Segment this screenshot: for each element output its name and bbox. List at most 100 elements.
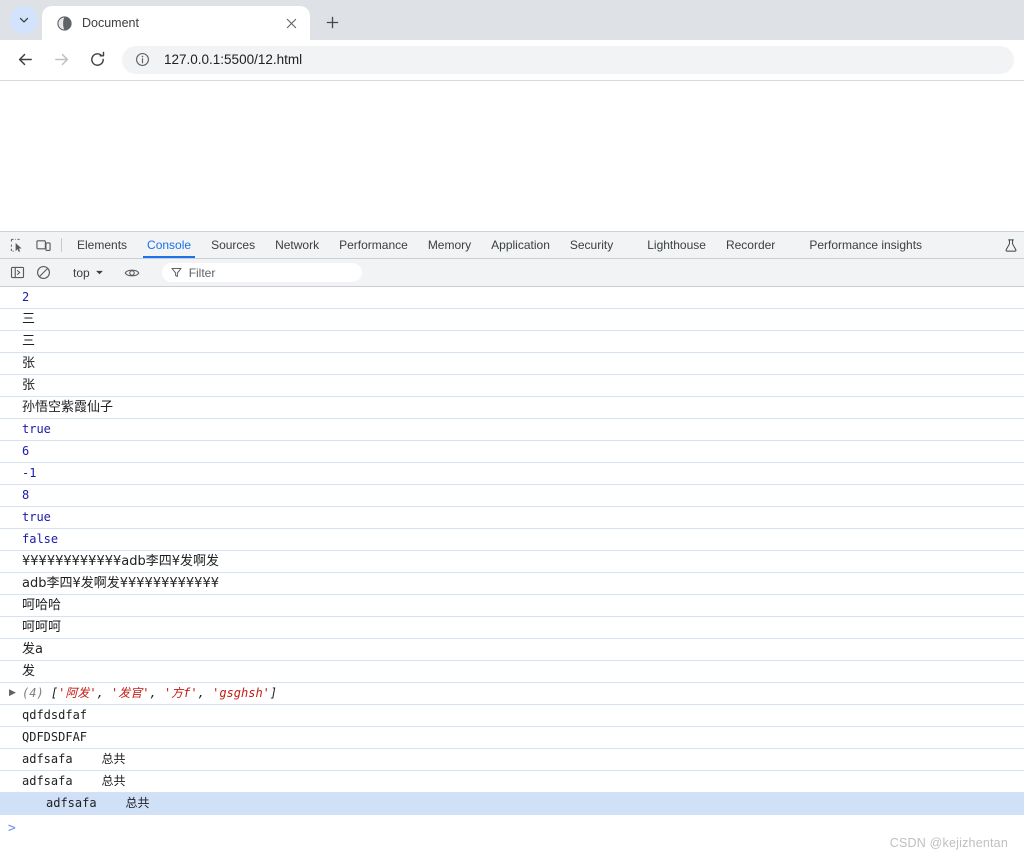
console-log-row[interactable]: adfsafa 总共	[0, 793, 1024, 815]
new-tab-button[interactable]	[318, 8, 346, 36]
devtools-tab-elements[interactable]: Elements	[67, 232, 137, 258]
array-open-bracket: [	[50, 686, 59, 700]
devtools-tab-label: Elements	[77, 238, 128, 252]
console-log-row[interactable]: ▶ (4) ['阿发', '发官', '方f', 'gsghsh']	[0, 683, 1024, 705]
devtools-tab-label: Security	[569, 238, 614, 252]
console-log-text: 2	[22, 290, 30, 304]
console-log-row[interactable]: 2	[0, 287, 1024, 309]
tab-search-button[interactable]	[10, 6, 38, 34]
console-log-text: 呵呵呵	[22, 620, 62, 635]
devtools-tab-label: Performance	[339, 238, 408, 252]
array-item: '阿发'	[58, 686, 97, 700]
console-log-row[interactable]: 呵哈哈	[0, 595, 1024, 617]
devtools-tab-application[interactable]: Application	[481, 232, 560, 258]
console-log-row[interactable]: 张	[0, 375, 1024, 397]
console-log-row[interactable]: qdfdsdfaf	[0, 705, 1024, 727]
devtools-tab-recorder[interactable]: Recorder	[716, 232, 785, 258]
devtools-panel: Elements Console Sources Network Performance…	[0, 231, 1024, 860]
console-sidebar-button[interactable]	[4, 265, 30, 280]
devtools-tab-console[interactable]: Console	[137, 232, 201, 258]
devtools-tab-lighthouse[interactable]: Lighthouse	[637, 232, 716, 258]
inspect-element-button[interactable]	[4, 232, 30, 258]
device-toolbar-button[interactable]	[30, 232, 56, 258]
console-log-row[interactable]: adfsafa 总共	[0, 749, 1024, 771]
devtools-tab-network[interactable]: Network	[265, 232, 329, 258]
console-log-row[interactable]: 孙悟空紫霞仙子	[0, 397, 1024, 419]
execution-context-value: top	[73, 265, 90, 280]
devtools-tabs: Elements Console Sources Network Performance…	[67, 232, 1004, 258]
devtools-tab-label: Application	[491, 238, 550, 252]
console-log-row[interactable]: QDFDSDFAF	[0, 727, 1024, 749]
console-log-row[interactable]: 呵呵呵	[0, 617, 1024, 639]
info-circle-icon[interactable]	[134, 52, 150, 68]
console-log-row[interactable]: 三	[0, 331, 1024, 353]
address-bar[interactable]: 127.0.0.1:5500/12.html	[122, 45, 1014, 74]
array-separator: ,	[149, 686, 164, 700]
console-log-row[interactable]: 发a	[0, 639, 1024, 661]
console-log-row[interactable]: adb李四¥发啊发¥¥¥¥¥¥¥¥¥¥¥¥	[0, 573, 1024, 595]
console-log-row[interactable]: 发	[0, 661, 1024, 683]
console-log-text: -1	[22, 466, 37, 480]
chevron-down-icon	[19, 17, 29, 23]
console-log-text: 三	[22, 334, 36, 349]
devtools-tab-bar: Elements Console Sources Network Performance…	[0, 232, 1024, 259]
close-icon[interactable]	[282, 14, 300, 32]
console-log-row[interactable]: adfsafa 总共	[0, 771, 1024, 793]
console-log-text: false	[22, 532, 59, 546]
reload-button[interactable]	[82, 45, 112, 75]
live-expression-button[interactable]	[119, 265, 145, 281]
devtools-tab-performance[interactable]: Performance	[329, 232, 418, 258]
console-log-row[interactable]: 8	[0, 485, 1024, 507]
devtools-tab-label: Network	[275, 238, 320, 252]
page-viewport	[0, 80, 1024, 231]
console-log-row[interactable]: false	[0, 529, 1024, 551]
console-filter-input[interactable]: Filter	[161, 263, 362, 282]
console-log-text: 张	[22, 378, 36, 393]
expand-triangle-icon[interactable]: ▶	[9, 684, 22, 703]
devtools-tab-security[interactable]: Security	[560, 232, 623, 258]
array-length: (4)	[22, 686, 51, 700]
experiments-flask-button[interactable]	[1004, 232, 1024, 258]
browser-tab[interactable]: Document	[42, 6, 310, 40]
console-log-text: 8	[22, 488, 30, 502]
tab-title: Document	[82, 16, 139, 30]
console-log-row[interactable]: 张	[0, 353, 1024, 375]
console-log-text: adfsafa 总共	[22, 752, 126, 766]
filter-placeholder: Filter	[188, 265, 216, 280]
devtools-tab-performance-insights[interactable]: Performance insights	[799, 232, 932, 258]
devtools-tab-sources[interactable]: Sources	[201, 232, 265, 258]
devtools-tab-label: Performance insights	[809, 238, 923, 252]
console-log-text: adfsafa 总共	[22, 774, 126, 788]
inspect-element-icon	[10, 238, 22, 252]
console-prompt[interactable]: >	[0, 815, 1024, 841]
console-log-list[interactable]: 2 三三张张孙悟空紫霞仙子 true 6 -1 8 true false ¥¥¥¥¥¥¥¥¥¥¥…	[0, 287, 1024, 860]
array-separator: ,	[197, 686, 213, 700]
console-log-text: 发a	[22, 642, 43, 657]
clear-console-button[interactable]	[30, 265, 56, 280]
console-log-row[interactable]: true	[0, 419, 1024, 441]
browser-window: Document 127.0.0.1:5500/12.html Elements…	[0, 0, 1024, 860]
console-log-row[interactable]: ¥¥¥¥¥¥¥¥¥¥¥¥adb李四¥发啊发	[0, 551, 1024, 573]
forward-button[interactable]	[46, 45, 76, 75]
console-log-row[interactable]: -1	[0, 463, 1024, 485]
devtools-tab-memory[interactable]: Memory	[418, 232, 481, 258]
live-expression-eye-icon	[124, 269, 140, 276]
console-log-text: ¥¥¥¥¥¥¥¥¥¥¥¥adb李四¥发啊发	[22, 554, 219, 569]
console-log-text: 发	[22, 664, 36, 679]
toolbar-divider	[61, 238, 62, 252]
prompt-chevron-icon: >	[8, 820, 16, 836]
arrow-right-icon	[54, 53, 68, 66]
console-log-text: true	[22, 422, 51, 436]
url-text: 127.0.0.1:5500/12.html	[164, 52, 303, 67]
back-button[interactable]	[10, 45, 40, 75]
console-log-text: QDFDSDFAF	[22, 730, 88, 744]
console-log-row[interactable]: 6	[0, 441, 1024, 463]
devtools-tab-label: Sources	[211, 238, 256, 252]
console-log-text: 6	[22, 444, 30, 458]
watermark: CSDN @kejizhentan	[889, 836, 1008, 850]
console-log-row[interactable]: true	[0, 507, 1024, 529]
execution-context-selector[interactable]: top	[67, 266, 108, 280]
console-log-row[interactable]: 三	[0, 309, 1024, 331]
clear-console-icon	[36, 266, 50, 279]
filter-funnel-icon	[171, 267, 182, 278]
